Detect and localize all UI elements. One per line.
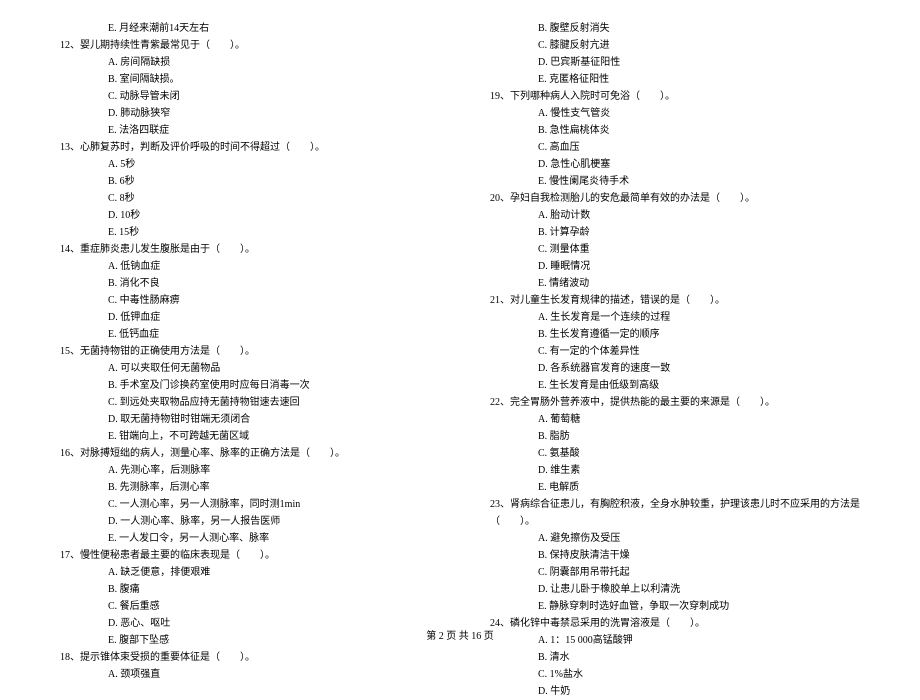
q20-option-c: C. 测量体重 [480, 241, 870, 258]
question-20: 20、孕妇自我检测胎儿的安危最简单有效的办法是（ ）。 [480, 190, 870, 207]
q15-option-d: D. 取无菌持物钳时钳端无须闭合 [50, 411, 440, 428]
question-12: 12、婴儿期持续性青紫最常见于（ ）。 [50, 37, 440, 54]
question-22: 22、完全胃肠外营养液中，提供热能的最主要的来源是（ ）。 [480, 394, 870, 411]
q13-option-d: D. 10秒 [50, 207, 440, 224]
q24-option-c: C. 1%盐水 [480, 666, 870, 683]
q17-option-b: B. 腹痛 [50, 581, 440, 598]
q16-option-e: E. 一人发口令，另一人测心率、脉率 [50, 530, 440, 547]
q22-option-c: C. 氨基酸 [480, 445, 870, 462]
q20-option-d: D. 睡眠情况 [480, 258, 870, 275]
q24-option-d: D. 牛奶 [480, 683, 870, 700]
q13-option-b: B. 6秒 [50, 173, 440, 190]
q15-option-c: C. 到远处夹取物品应持无菌持物钳速去速回 [50, 394, 440, 411]
q23-option-a: A. 避免擦伤及受压 [480, 530, 870, 547]
q20-option-e: E. 情绪波动 [480, 275, 870, 292]
question-15: 15、无菌持物钳的正确使用方法是（ ）。 [50, 343, 440, 360]
q21-option-e: E. 生长发育是由低级到高级 [480, 377, 870, 394]
q19-option-a: A. 慢性支气管炎 [480, 105, 870, 122]
q12-option-c: C. 动脉导管未闭 [50, 88, 440, 105]
q16-option-c: C. 一人测心率，另一人测脉率，同时测1min [50, 496, 440, 513]
option-e: E. 月经来潮前14天左右 [50, 20, 440, 37]
q23-option-b: B. 保持皮肤清洁干燥 [480, 547, 870, 564]
q14-option-e: E. 低钙血症 [50, 326, 440, 343]
q13-option-e: E. 15秒 [50, 224, 440, 241]
question-18: 18、提示锥体束受损的重要体征是（ ）。 [50, 649, 440, 666]
q21-option-a: A. 生长发育是一个连续的过程 [480, 309, 870, 326]
q24-option-b: B. 清水 [480, 649, 870, 666]
q18-option-e: E. 克匿格征阳性 [480, 71, 870, 88]
q14-option-d: D. 低钾血症 [50, 309, 440, 326]
q23-option-e: E. 静脉穿刺时选好血管，争取一次穿刺成功 [480, 598, 870, 615]
question-17: 17、慢性便秘患者最主要的临床表现是（ ）。 [50, 547, 440, 564]
page-footer: 第 2 页 共 16 页 [0, 627, 920, 642]
q16-option-b: B. 先测脉率，后测心率 [50, 479, 440, 496]
q12-option-a: A. 房间隔缺损 [50, 54, 440, 71]
question-23: 23、肾病综合征患儿，有胸腔积液，全身水肿较重，护理该患儿时不应采用的方法是（ … [480, 496, 870, 530]
q15-option-e: E. 钳端向上，不可跨越无菌区域 [50, 428, 440, 445]
q19-option-d: D. 急性心肌梗塞 [480, 156, 870, 173]
left-column: E. 月经来潮前14天左右 12、婴儿期持续性青紫最常见于（ ）。 A. 房间隔… [50, 20, 440, 700]
q17-option-a: A. 缺乏便意，排便艰难 [50, 564, 440, 581]
q23-option-d: D. 让患儿卧于橡胶单上以利清洗 [480, 581, 870, 598]
q14-option-c: C. 中毒性肠麻痹 [50, 292, 440, 309]
q21-option-b: B. 生长发育遵循一定的顺序 [480, 326, 870, 343]
question-21: 21、对儿童生长发育规律的描述，错误的是（ ）。 [480, 292, 870, 309]
q15-option-a: A. 可以夹取任何无菌物品 [50, 360, 440, 377]
question-16: 16、对脉搏短绌的病人，测量心率、脉率的正确方法是（ ）。 [50, 445, 440, 462]
q19-option-e: E. 慢性阑尾炎待手术 [480, 173, 870, 190]
q15-option-b: B. 手术室及门诊换药室使用时应每日消毒一次 [50, 377, 440, 394]
q13-option-c: C. 8秒 [50, 190, 440, 207]
q19-option-b: B. 急性扁桃体炎 [480, 122, 870, 139]
q16-option-a: A. 先测心率，后测脉率 [50, 462, 440, 479]
right-column: B. 腹壁反射消失 C. 膝腱反射亢进 D. 巴宾斯基征阳性 E. 克匿格征阳性… [480, 20, 870, 700]
q14-option-a: A. 低钠血症 [50, 258, 440, 275]
question-14: 14、重症肺炎患儿发生腹胀是由于（ ）。 [50, 241, 440, 258]
q12-option-e: E. 法洛四联症 [50, 122, 440, 139]
q22-option-d: D. 维生素 [480, 462, 870, 479]
q12-option-b: B. 室间隔缺损。 [50, 71, 440, 88]
q14-option-b: B. 消化不良 [50, 275, 440, 292]
q13-option-a: A. 5秒 [50, 156, 440, 173]
q18-option-c: C. 膝腱反射亢进 [480, 37, 870, 54]
question-19: 19、下列哪种病人入院时可免浴（ ）。 [480, 88, 870, 105]
q17-option-c: C. 餐后重感 [50, 598, 440, 615]
q23-option-c: C. 阴囊部用吊带托起 [480, 564, 870, 581]
q21-option-c: C. 有一定的个体差异性 [480, 343, 870, 360]
q18-option-d: D. 巴宾斯基征阳性 [480, 54, 870, 71]
q22-option-b: B. 脂肪 [480, 428, 870, 445]
q21-option-d: D. 各系统器官发育的速度一致 [480, 360, 870, 377]
q20-option-a: A. 胎动计数 [480, 207, 870, 224]
q20-option-b: B. 计算孕龄 [480, 224, 870, 241]
q19-option-c: C. 高血压 [480, 139, 870, 156]
q18-option-b: B. 腹壁反射消失 [480, 20, 870, 37]
q12-option-d: D. 肺动脉狭窄 [50, 105, 440, 122]
q18-option-a: A. 颈项强直 [50, 666, 440, 683]
q22-option-e: E. 电解质 [480, 479, 870, 496]
q16-option-d: D. 一人测心率、脉率，另一人报告医师 [50, 513, 440, 530]
question-13: 13、心肺复苏时，判断及评价呼吸的时间不得超过（ ）。 [50, 139, 440, 156]
q22-option-a: A. 葡萄糖 [480, 411, 870, 428]
